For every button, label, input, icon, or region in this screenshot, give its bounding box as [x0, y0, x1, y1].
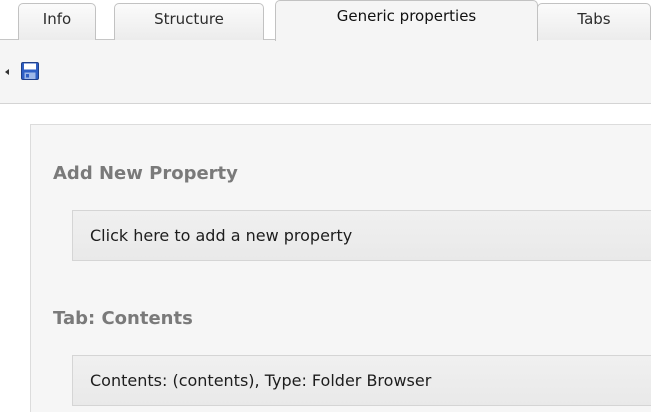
arrow-left-icon[interactable] [5, 69, 9, 75]
tab-strip: Info Structure Tabs Generic properties [0, 0, 651, 41]
tab-info[interactable]: Info [18, 3, 96, 40]
save-button[interactable] [21, 62, 39, 80]
document-editor: Info Structure Tabs Generic properties A… [0, 0, 651, 412]
add-new-property-button[interactable]: Click here to add a new property [72, 210, 651, 261]
tab-structure[interactable]: Structure [114, 3, 264, 40]
tab-contents-title: Tab: Contents [53, 308, 193, 329]
tab-generic-properties[interactable]: Generic properties [275, 0, 538, 41]
tab-tabs[interactable]: Tabs [537, 3, 651, 40]
floppy-disk-icon [21, 62, 39, 80]
property-row-contents[interactable]: Contents: (contents), Type: Folder Brows… [72, 355, 651, 406]
add-property-title: Add New Property [53, 163, 238, 184]
toolbar [0, 40, 651, 104]
